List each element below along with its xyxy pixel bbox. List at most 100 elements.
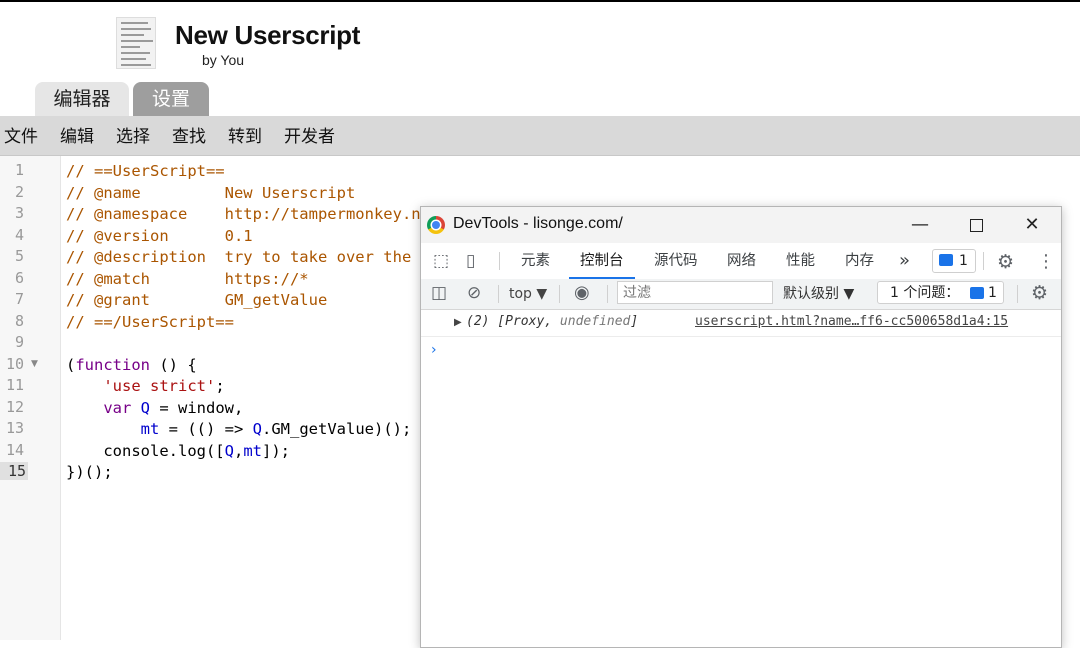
script-header: New Userscript by You — [0, 2, 1080, 82]
log-message: (2) [Proxy, undefined] — [466, 314, 638, 329]
menu-edit[interactable]: 编辑 — [60, 116, 94, 155]
menu-select[interactable]: 选择 — [116, 116, 150, 155]
devtools-tab-bar: ⬚ ▯ 元素 控制台 源代码 网络 性能 内存 » 1 ⚙ ⋮ — [421, 243, 1061, 280]
script-title: New Userscript — [175, 20, 361, 50]
close-button[interactable]: ✕ — [1009, 207, 1055, 243]
editor-tabs: 编辑器 设置 — [0, 82, 1080, 116]
sidebar-toggle-icon[interactable]: ◫ — [431, 283, 447, 303]
devtools-window: DevTools - lisonge.com/ — ✕ ⬚ ▯ 元素 控制台 源… — [420, 206, 1062, 648]
line-number: 6 — [14, 268, 24, 287]
clear-console-icon[interactable]: ⊘ — [467, 283, 481, 303]
code-line: // @version 0.1 — [66, 226, 253, 245]
code-text: = (() => — [159, 420, 253, 438]
tab-elements[interactable]: 元素 — [521, 243, 550, 279]
line-number: 4 — [14, 225, 24, 244]
code-variable: mt — [140, 420, 160, 438]
code-keyword: function — [75, 355, 150, 374]
script-thumbnail-icon — [116, 17, 156, 69]
code-variable: Q — [140, 398, 151, 417]
issues-counter-button[interactable]: 1 — [932, 249, 976, 273]
issues-count: 1 — [988, 285, 997, 301]
tab-settings[interactable]: 设置 — [133, 82, 209, 116]
console-settings-gear-icon[interactable]: ⚙ — [1031, 282, 1048, 304]
log-message-main: (2) [Proxy, — [466, 314, 560, 329]
toolbar-divider — [559, 285, 560, 303]
code-line: // ==/UserScript== — [66, 312, 234, 331]
menu-developer[interactable]: 开发者 — [284, 116, 335, 155]
fold-arrow-icon[interactable]: ▼ — [31, 359, 38, 369]
code-variable: Q — [252, 420, 262, 438]
devtools-titlebar[interactable]: DevTools - lisonge.com/ — ✕ — [421, 207, 1061, 243]
console-prompt-icon[interactable]: › — [431, 342, 437, 358]
code-line: // @name New Userscript — [66, 183, 356, 202]
toolbar-divider — [499, 252, 500, 270]
line-number: 12 — [5, 397, 24, 416]
console-filter-input[interactable]: 过滤 — [617, 281, 773, 304]
code-line: // ==UserScript== — [66, 162, 225, 180]
log-message-end: ] — [630, 314, 639, 329]
line-number: 2 — [14, 182, 24, 201]
code-line: // @match https://* — [66, 269, 309, 288]
line-number: 5 — [14, 247, 24, 265]
context-value: top — [509, 286, 532, 302]
console-log-entry[interactable]: ▶ (2) [Proxy, undefined] userscript.html… — [421, 310, 1061, 337]
toolbar-divider — [607, 285, 608, 303]
tab-memory[interactable]: 内存 — [845, 243, 874, 279]
console-toolbar: ◫ ⊘ top ▼ ◉ 过滤 默认级别 ▼ 1 个问题： 1 ⚙ — [421, 279, 1061, 310]
code-line: // @namespace http://tampermonkey.net/ — [66, 205, 449, 223]
line-number: 11 — [5, 376, 24, 394]
tab-console[interactable]: 控制台 — [569, 243, 635, 279]
menu-find[interactable]: 查找 — [172, 116, 206, 155]
levels-label: 默认级别 — [783, 286, 839, 302]
tab-performance[interactable]: 性能 — [786, 243, 815, 279]
issue-count: 1 — [959, 253, 968, 269]
line-number: 8 — [14, 311, 24, 330]
message-icon — [939, 254, 953, 266]
code-line: // @grant GM_getValue — [66, 291, 328, 309]
issues-label: 1 个问题： — [890, 285, 960, 301]
line-number: 7 — [14, 290, 24, 308]
chrome-icon — [427, 216, 445, 234]
log-levels-dropdown[interactable]: 默认级别 ▼ — [783, 284, 854, 304]
console-issues-button[interactable]: 1 个问题： 1 — [877, 281, 1004, 304]
menu-goto[interactable]: 转到 — [228, 116, 262, 155]
menu-file[interactable]: 文件 — [4, 116, 38, 155]
inspect-element-icon[interactable]: ⬚ — [433, 251, 449, 271]
minimize-button[interactable]: — — [897, 207, 943, 243]
code-line: })(); — [66, 463, 113, 481]
line-number: 14 — [5, 440, 24, 459]
code-content[interactable]: // ==UserScript== // @name New Userscrip… — [66, 161, 477, 484]
script-author: by You — [202, 52, 245, 68]
settings-gear-icon[interactable]: ⚙ — [997, 251, 1014, 273]
toolbar-divider — [983, 252, 984, 270]
code-text: = window, — [150, 398, 244, 417]
log-undefined: undefined — [559, 314, 631, 329]
toolbar-divider — [498, 285, 499, 303]
code-variable: mt — [243, 441, 263, 460]
line-number: 9 — [14, 333, 24, 351]
code-text: console.log([ — [103, 441, 225, 460]
context-selector[interactable]: top ▼ — [509, 284, 547, 304]
line-number: 3 — [14, 204, 24, 222]
tab-editor[interactable]: 编辑器 — [35, 82, 129, 116]
line-number: 1 — [14, 161, 24, 179]
menu-bar: 文件 编辑 选择 查找 转到 开发者 — [0, 116, 1080, 156]
tab-network[interactable]: 网络 — [727, 243, 756, 279]
line-number: 13 — [5, 419, 24, 437]
kebab-menu-icon[interactable]: ⋮ — [1037, 251, 1055, 272]
expand-arrow-icon[interactable]: ▶ — [454, 317, 462, 328]
dropdown-arrow-icon: ▼ — [536, 286, 548, 302]
log-source-link[interactable]: userscript.html?name…ff6-cc500658d1a4:15 — [695, 314, 1008, 329]
code-variable: Q — [224, 441, 234, 460]
toolbar-divider — [1017, 285, 1018, 303]
maximize-button[interactable] — [953, 207, 999, 243]
code-line: // @description try to take over the wor… — [66, 248, 477, 266]
dropdown-arrow-icon: ▼ — [843, 286, 855, 302]
line-number-gutter: 1 2 3 4 5 6 7 8 9 10 ▼ 11 12 13 14 15 — [0, 156, 61, 640]
tab-sources[interactable]: 源代码 — [654, 243, 698, 279]
more-tabs-button[interactable]: » — [899, 243, 910, 279]
live-expression-eye-icon[interactable]: ◉ — [574, 282, 590, 303]
device-toolbar-icon[interactable]: ▯ — [466, 251, 475, 271]
line-number-active: 15 — [0, 462, 28, 480]
devtools-title: DevTools - lisonge.com/ — [453, 215, 623, 232]
